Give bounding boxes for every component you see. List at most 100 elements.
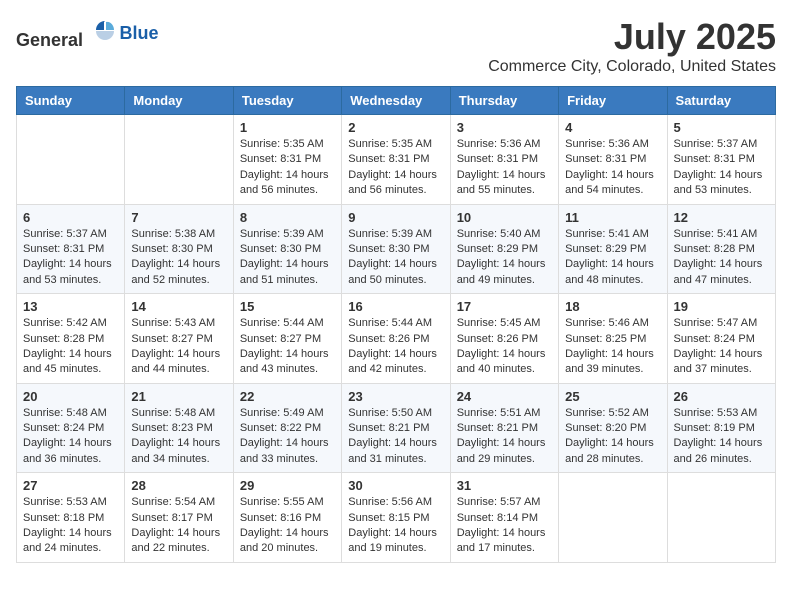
day-number: 29	[240, 478, 335, 493]
calendar-week-2: 6 Sunrise: 5:37 AMSunset: 8:31 PMDaylight…	[17, 204, 776, 294]
calendar-cell: 11 Sunrise: 5:41 AMSunset: 8:29 PMDayligh…	[559, 204, 667, 294]
day-info: Sunrise: 5:45 AMSunset: 8:26 PMDaylight:…	[457, 316, 552, 378]
day-number: 22	[240, 389, 335, 404]
calendar-cell: 2 Sunrise: 5:35 AMSunset: 8:31 PMDaylight…	[342, 115, 450, 205]
calendar-week-1: 1 Sunrise: 5:35 AMSunset: 8:31 PMDaylight…	[17, 115, 776, 205]
day-number: 14	[131, 299, 226, 314]
calendar-week-5: 27 Sunrise: 5:53 AMSunset: 8:18 PMDayligh…	[17, 473, 776, 563]
day-number: 11	[565, 210, 660, 225]
calendar-cell: 22 Sunrise: 5:49 AMSunset: 8:22 PMDayligh…	[233, 383, 341, 473]
month-title: July 2025	[488, 16, 776, 58]
calendar-cell: 29 Sunrise: 5:55 AMSunset: 8:16 PMDayligh…	[233, 473, 341, 563]
logo: General Blue	[16, 16, 159, 51]
day-number: 15	[240, 299, 335, 314]
day-info: Sunrise: 5:41 AMSunset: 8:29 PMDaylight:…	[565, 227, 660, 289]
day-number: 10	[457, 210, 552, 225]
calendar-cell	[667, 473, 775, 563]
day-number: 12	[674, 210, 769, 225]
calendar-table: SundayMondayTuesdayWednesdayThursdayFrid…	[16, 86, 776, 563]
day-info: Sunrise: 5:35 AMSunset: 8:31 PMDaylight:…	[240, 137, 335, 199]
day-info: Sunrise: 5:37 AMSunset: 8:31 PMDaylight:…	[23, 227, 118, 289]
day-number: 28	[131, 478, 226, 493]
day-number: 25	[565, 389, 660, 404]
day-info: Sunrise: 5:43 AMSunset: 8:27 PMDaylight:…	[131, 316, 226, 378]
day-info: Sunrise: 5:47 AMSunset: 8:24 PMDaylight:…	[674, 316, 769, 378]
calendar-header-monday: Monday	[125, 87, 233, 115]
day-number: 18	[565, 299, 660, 314]
calendar-cell: 20 Sunrise: 5:48 AMSunset: 8:24 PMDayligh…	[17, 383, 125, 473]
day-number: 7	[131, 210, 226, 225]
day-info: Sunrise: 5:40 AMSunset: 8:29 PMDaylight:…	[457, 227, 552, 289]
calendar-cell: 13 Sunrise: 5:42 AMSunset: 8:28 PMDayligh…	[17, 294, 125, 384]
calendar-cell: 5 Sunrise: 5:37 AMSunset: 8:31 PMDaylight…	[667, 115, 775, 205]
day-info: Sunrise: 5:36 AMSunset: 8:31 PMDaylight:…	[565, 137, 660, 199]
day-number: 31	[457, 478, 552, 493]
day-info: Sunrise: 5:50 AMSunset: 8:21 PMDaylight:…	[348, 406, 443, 468]
calendar-cell: 19 Sunrise: 5:47 AMSunset: 8:24 PMDayligh…	[667, 294, 775, 384]
day-info: Sunrise: 5:41 AMSunset: 8:28 PMDaylight:…	[674, 227, 769, 289]
calendar-cell: 16 Sunrise: 5:44 AMSunset: 8:26 PMDayligh…	[342, 294, 450, 384]
day-info: Sunrise: 5:37 AMSunset: 8:31 PMDaylight:…	[674, 137, 769, 199]
calendar-cell: 10 Sunrise: 5:40 AMSunset: 8:29 PMDayligh…	[450, 204, 558, 294]
day-info: Sunrise: 5:55 AMSunset: 8:16 PMDaylight:…	[240, 495, 335, 557]
calendar-cell	[125, 115, 233, 205]
day-info: Sunrise: 5:56 AMSunset: 8:15 PMDaylight:…	[348, 495, 443, 557]
day-info: Sunrise: 5:48 AMSunset: 8:23 PMDaylight:…	[131, 406, 226, 468]
day-info: Sunrise: 5:52 AMSunset: 8:20 PMDaylight:…	[565, 406, 660, 468]
day-number: 17	[457, 299, 552, 314]
day-info: Sunrise: 5:36 AMSunset: 8:31 PMDaylight:…	[457, 137, 552, 199]
day-number: 8	[240, 210, 335, 225]
calendar-cell	[559, 473, 667, 563]
day-number: 20	[23, 389, 118, 404]
calendar-cell: 23Sunrise: 5:50 AMSunset: 8:21 PMDayligh…	[342, 383, 450, 473]
calendar-cell: 15Sunrise: 5:44 AMSunset: 8:27 PMDayligh…	[233, 294, 341, 384]
location-title: Commerce City, Colorado, United States	[488, 58, 776, 76]
day-number: 26	[674, 389, 769, 404]
day-info: Sunrise: 5:53 AMSunset: 8:19 PMDaylight:…	[674, 406, 769, 468]
calendar-cell: 6 Sunrise: 5:37 AMSunset: 8:31 PMDaylight…	[17, 204, 125, 294]
day-info: Sunrise: 5:44 AMSunset: 8:26 PMDaylight:…	[348, 316, 443, 378]
calendar-cell	[17, 115, 125, 205]
day-info: Sunrise: 5:48 AMSunset: 8:24 PMDaylight:…	[23, 406, 118, 468]
calendar-header-wednesday: Wednesday	[342, 87, 450, 115]
day-info: Sunrise: 5:49 AMSunset: 8:22 PMDaylight:…	[240, 406, 335, 468]
day-info: Sunrise: 5:57 AMSunset: 8:14 PMDaylight:…	[457, 495, 552, 557]
logo-blue: Blue	[120, 23, 159, 44]
logo-general: General	[16, 30, 83, 50]
page-header: General Blue July 2025 Commerce City, Co…	[16, 16, 776, 76]
calendar-cell: 26 Sunrise: 5:53 AMSunset: 8:19 PMDayligh…	[667, 383, 775, 473]
calendar-cell: 28 Sunrise: 5:54 AMSunset: 8:17 PMDayligh…	[125, 473, 233, 563]
day-number: 9	[348, 210, 443, 225]
day-info: Sunrise: 5:38 AMSunset: 8:30 PMDaylight:…	[131, 227, 226, 289]
day-number: 3	[457, 120, 552, 135]
calendar-header-row: SundayMondayTuesdayWednesdayThursdayFrid…	[17, 87, 776, 115]
day-info: Sunrise: 5:54 AMSunset: 8:17 PMDaylight:…	[131, 495, 226, 557]
day-number: 1	[240, 120, 335, 135]
day-number: 24	[457, 389, 552, 404]
day-number: 13	[23, 299, 118, 314]
day-info: Sunrise: 5:51 AMSunset: 8:21 PMDaylight:…	[457, 406, 552, 468]
day-number: 5	[674, 120, 769, 135]
day-number: 4	[565, 120, 660, 135]
calendar-week-3: 13 Sunrise: 5:42 AMSunset: 8:28 PMDayligh…	[17, 294, 776, 384]
calendar-cell: 12 Sunrise: 5:41 AMSunset: 8:28 PMDayligh…	[667, 204, 775, 294]
calendar-header-friday: Friday	[559, 87, 667, 115]
calendar-cell: 18Sunrise: 5:46 AMSunset: 8:25 PMDayligh…	[559, 294, 667, 384]
day-number: 27	[23, 478, 118, 493]
day-number: 16	[348, 299, 443, 314]
day-number: 30	[348, 478, 443, 493]
logo-icon	[90, 16, 120, 46]
calendar-cell: 25 Sunrise: 5:52 AMSunset: 8:20 PMDayligh…	[559, 383, 667, 473]
calendar-cell: 24 Sunrise: 5:51 AMSunset: 8:21 PMDayligh…	[450, 383, 558, 473]
calendar-cell: 8Sunrise: 5:39 AMSunset: 8:30 PMDaylight…	[233, 204, 341, 294]
calendar-cell: 14 Sunrise: 5:43 AMSunset: 8:27 PMDayligh…	[125, 294, 233, 384]
calendar-cell: 1 Sunrise: 5:35 AMSunset: 8:31 PMDaylight…	[233, 115, 341, 205]
day-number: 2	[348, 120, 443, 135]
calendar-cell: 4 Sunrise: 5:36 AMSunset: 8:31 PMDaylight…	[559, 115, 667, 205]
day-info: Sunrise: 5:35 AMSunset: 8:31 PMDaylight:…	[348, 137, 443, 199]
day-number: 19	[674, 299, 769, 314]
day-info: Sunrise: 5:53 AMSunset: 8:18 PMDaylight:…	[23, 495, 118, 557]
day-number: 21	[131, 389, 226, 404]
day-info: Sunrise: 5:42 AMSunset: 8:28 PMDaylight:…	[23, 316, 118, 378]
day-number: 6	[23, 210, 118, 225]
